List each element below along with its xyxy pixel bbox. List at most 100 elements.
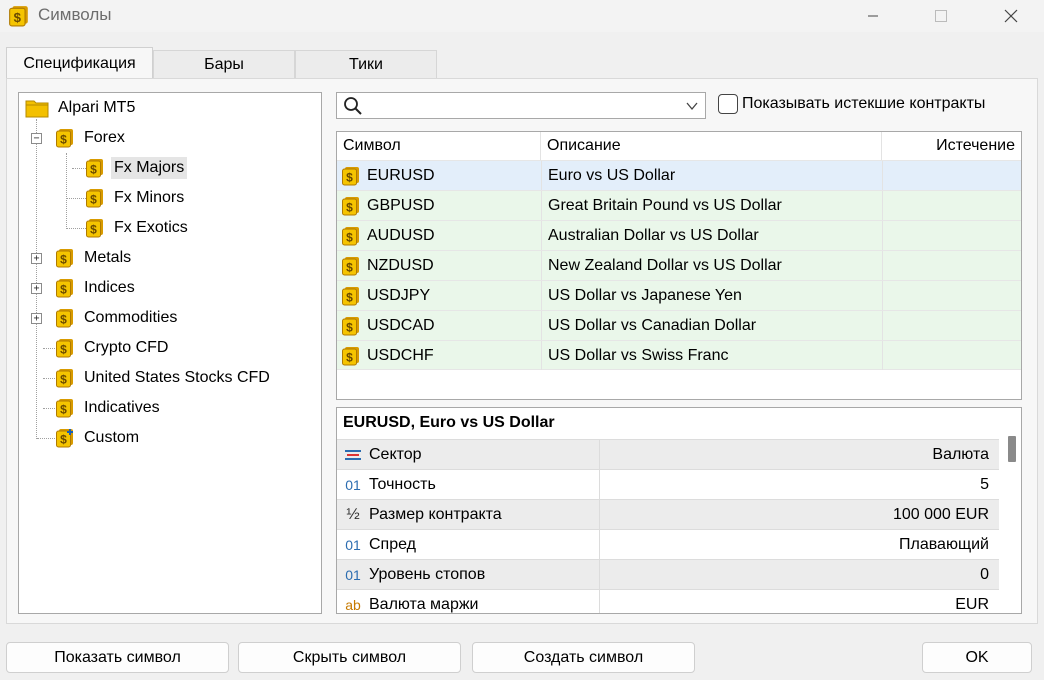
tree-node-forex[interactable]: Forex bbox=[55, 125, 128, 151]
tab-bars[interactable]: Бары bbox=[153, 50, 295, 79]
table-row[interactable]: NZDUSD New Zealand Dollar vs US Dollar bbox=[337, 250, 1021, 280]
text-icon: ab bbox=[345, 597, 361, 613]
tree-node-label: Indices bbox=[84, 279, 135, 296]
expand-icon[interactable]: + bbox=[31, 313, 42, 324]
tree-node-label: Forex bbox=[84, 129, 125, 146]
tree-node-fx-exotics[interactable]: Fx Exotics bbox=[85, 215, 191, 241]
show-symbol-button[interactable]: Показать символ bbox=[6, 642, 229, 673]
symbol-name: EURUSD bbox=[367, 166, 435, 184]
dollar-coin-icon bbox=[341, 316, 361, 336]
dollar-coin-icon bbox=[341, 166, 361, 186]
symbol-specification-panel: EURUSD, Euro vs US Dollar Сектор Валюта … bbox=[336, 407, 1022, 614]
tree-node-crypto-cfd[interactable]: Crypto CFD bbox=[55, 335, 171, 361]
dollar-coin-icon bbox=[55, 278, 75, 298]
tree-node-indices[interactable]: Indices bbox=[55, 275, 138, 301]
ok-button[interactable]: OK bbox=[922, 642, 1032, 673]
tree-root-node[interactable]: Alpari MT5 bbox=[25, 95, 138, 121]
show-expired-checkbox[interactable]: Показывать истекшие контракты bbox=[718, 94, 985, 114]
create-symbol-button[interactable]: Создать символ bbox=[472, 642, 695, 673]
dollar-coin-icon bbox=[8, 5, 30, 27]
minimize-icon[interactable] bbox=[850, 0, 896, 32]
symbol-expiry bbox=[882, 311, 1021, 340]
property-row: ab Валюта маржи EUR bbox=[337, 589, 999, 613]
table-row[interactable]: GBPUSD Great Britain Pound vs US Dollar bbox=[337, 190, 1021, 220]
tree-node-label: United States Stocks CFD bbox=[84, 369, 270, 386]
digits-icon: 01 bbox=[345, 537, 361, 553]
property-row: 01 Спред Плавающий bbox=[337, 529, 999, 559]
symbol-expiry bbox=[882, 251, 1021, 280]
dollar-coin-icon bbox=[55, 128, 75, 148]
expand-icon[interactable]: + bbox=[31, 253, 42, 264]
expand-icon[interactable]: + bbox=[31, 283, 42, 294]
tree-node-fx-minors[interactable]: Fx Minors bbox=[85, 185, 187, 211]
symbol-name: USDCHF bbox=[367, 346, 434, 364]
table-row[interactable]: AUDUSD Australian Dollar vs US Dollar bbox=[337, 220, 1021, 250]
dollar-coin-icon bbox=[341, 256, 361, 276]
symbol-name: USDCAD bbox=[367, 316, 435, 334]
tree-node-label: Fx Minors bbox=[114, 189, 185, 206]
scrollbar-thumb[interactable] bbox=[1008, 436, 1016, 462]
tree-node-fx-majors[interactable]: Fx Majors bbox=[85, 155, 188, 181]
spec-scrollbar[interactable] bbox=[1001, 408, 1021, 613]
table-row[interactable]: USDCHF US Dollar vs Swiss Franc bbox=[337, 340, 1021, 370]
table-row[interactable]: EURUSD Euro vs US Dollar bbox=[337, 160, 1021, 190]
checkbox-box[interactable] bbox=[718, 94, 738, 114]
dollar-coin-icon bbox=[85, 188, 105, 208]
symbol-group-tree[interactable]: Alpari MT5 − Forex Fx Majors Fx Minors F… bbox=[18, 92, 322, 614]
close-icon[interactable] bbox=[988, 0, 1034, 32]
symbol-description: Australian Dollar vs US Dollar bbox=[541, 221, 882, 250]
property-name: Размер контракта bbox=[369, 505, 502, 523]
symbol-name: GBPUSD bbox=[367, 196, 435, 214]
tree-root-label: Alpari MT5 bbox=[58, 99, 136, 116]
spec-title: EURUSD, Euro vs US Dollar bbox=[343, 414, 555, 431]
digits-icon: 01 bbox=[345, 477, 361, 493]
property-name: Точность bbox=[369, 475, 436, 493]
property-value: 5 bbox=[599, 470, 999, 499]
property-name: Валюта маржи bbox=[369, 595, 479, 613]
fraction-icon: ½ bbox=[346, 506, 360, 523]
symbols-table: Символ Описание Истечение EURUSD Euro vs… bbox=[336, 131, 1022, 400]
chevron-down-icon[interactable] bbox=[685, 99, 699, 113]
collapse-icon[interactable]: − bbox=[31, 133, 42, 144]
dollar-coin-icon bbox=[341, 286, 361, 306]
dollar-coin-icon bbox=[341, 226, 361, 246]
show-expired-label: Показывать истекшие контракты bbox=[742, 95, 986, 112]
tree-node-custom[interactable]: Custom bbox=[55, 425, 142, 451]
column-header-description[interactable]: Описание bbox=[541, 132, 882, 160]
tree-node-indicatives[interactable]: Indicatives bbox=[55, 395, 163, 421]
column-header-symbol[interactable]: Символ bbox=[337, 132, 541, 160]
dollar-coin-icon bbox=[85, 218, 105, 238]
property-value: Плавающий bbox=[599, 530, 999, 559]
table-row[interactable]: USDJPY US Dollar vs Japanese Yen bbox=[337, 280, 1021, 310]
symbol-description: Euro vs US Dollar bbox=[541, 161, 882, 190]
dollar-coin-icon bbox=[55, 248, 75, 268]
tree-node-us-stocks-cfd[interactable]: United States Stocks CFD bbox=[55, 365, 273, 391]
tab-specification[interactable]: Спецификация bbox=[6, 47, 153, 79]
symbol-name: AUDUSD bbox=[367, 226, 435, 244]
hide-symbol-button[interactable]: Скрыть символ bbox=[238, 642, 461, 673]
tree-node-label: Fx Majors bbox=[111, 157, 188, 179]
property-value: 0 bbox=[599, 560, 999, 589]
property-name: Спред bbox=[369, 535, 416, 553]
search-input[interactable] bbox=[367, 95, 677, 116]
property-value: Валюта bbox=[599, 440, 999, 469]
maximize-icon[interactable] bbox=[918, 0, 964, 32]
tree-node-label: Metals bbox=[84, 249, 132, 266]
property-name: Сектор bbox=[369, 445, 422, 463]
property-value: 100 000 EUR bbox=[599, 500, 999, 529]
symbol-description: Great Britain Pound vs US Dollar bbox=[541, 191, 882, 220]
tree-node-label: Indicatives bbox=[84, 399, 160, 416]
symbol-expiry bbox=[882, 221, 1021, 250]
property-row: 01 Уровень стопов 0 bbox=[337, 559, 999, 589]
folder-icon bbox=[25, 100, 49, 118]
tree-node-commodities[interactable]: Commodities bbox=[55, 305, 180, 331]
table-row[interactable]: USDCAD US Dollar vs Canadian Dollar bbox=[337, 310, 1021, 340]
property-row: 01 Точность 5 bbox=[337, 469, 999, 499]
symbol-search-combobox[interactable] bbox=[336, 92, 706, 119]
title-bar: Символы bbox=[0, 0, 1044, 32]
tree-node-metals[interactable]: Metals bbox=[55, 245, 134, 271]
column-header-expiry[interactable]: Истечение bbox=[882, 132, 1021, 160]
property-row: ½ Размер контракта 100 000 EUR bbox=[337, 499, 999, 529]
tab-ticks[interactable]: Тики bbox=[295, 50, 437, 79]
tree-node-label: Crypto CFD bbox=[84, 339, 169, 356]
